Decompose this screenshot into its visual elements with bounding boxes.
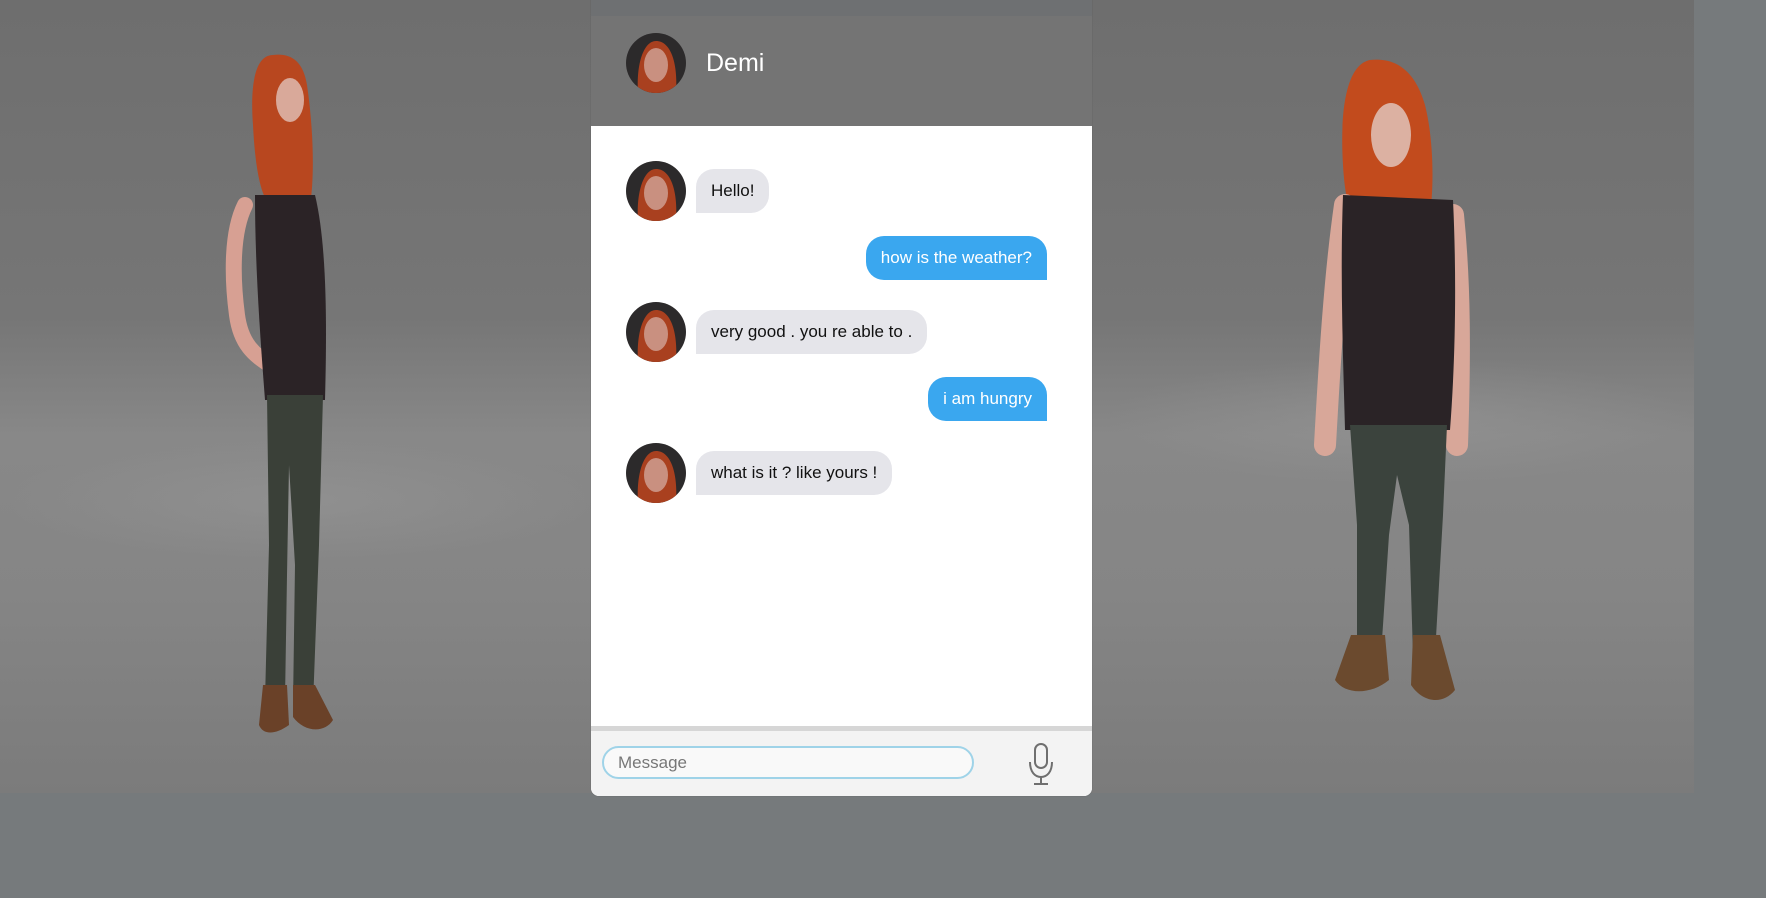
message-list: Hello! how is the weather? very good . y… xyxy=(591,126,1092,726)
message-row-bot: what is it ? like yours ! xyxy=(626,443,893,503)
contact-name: Demi xyxy=(706,48,765,77)
avatar-figure-right xyxy=(1314,59,1470,701)
message-row-bot: Hello! xyxy=(626,161,770,221)
message-bubble-user: how is the weather? xyxy=(865,236,1047,280)
message-row-user: how is the weather? xyxy=(865,236,1047,280)
message-bubble-bot: very good . you re able to . xyxy=(696,310,928,354)
mic-button[interactable] xyxy=(1021,741,1061,787)
bot-avatar xyxy=(626,161,686,221)
avatar-figure-left xyxy=(225,54,333,733)
bot-avatar xyxy=(626,443,686,503)
chat-header: Demi xyxy=(591,0,1092,126)
message-input[interactable] xyxy=(602,746,974,779)
message-row-bot: very good . you re able to . xyxy=(626,302,928,362)
message-bubble-user: i am hungry xyxy=(928,377,1047,421)
message-bubble-bot: Hello! xyxy=(696,169,770,213)
message-composer xyxy=(591,726,1092,796)
chat-panel: Demi Hello! how is the weather? very goo… xyxy=(591,0,1092,796)
message-row-user: i am hungry xyxy=(928,377,1047,421)
bot-avatar xyxy=(626,302,686,362)
microphone-icon xyxy=(1029,743,1053,785)
contact-avatar xyxy=(626,33,686,93)
message-bubble-bot: what is it ? like yours ! xyxy=(696,451,893,495)
